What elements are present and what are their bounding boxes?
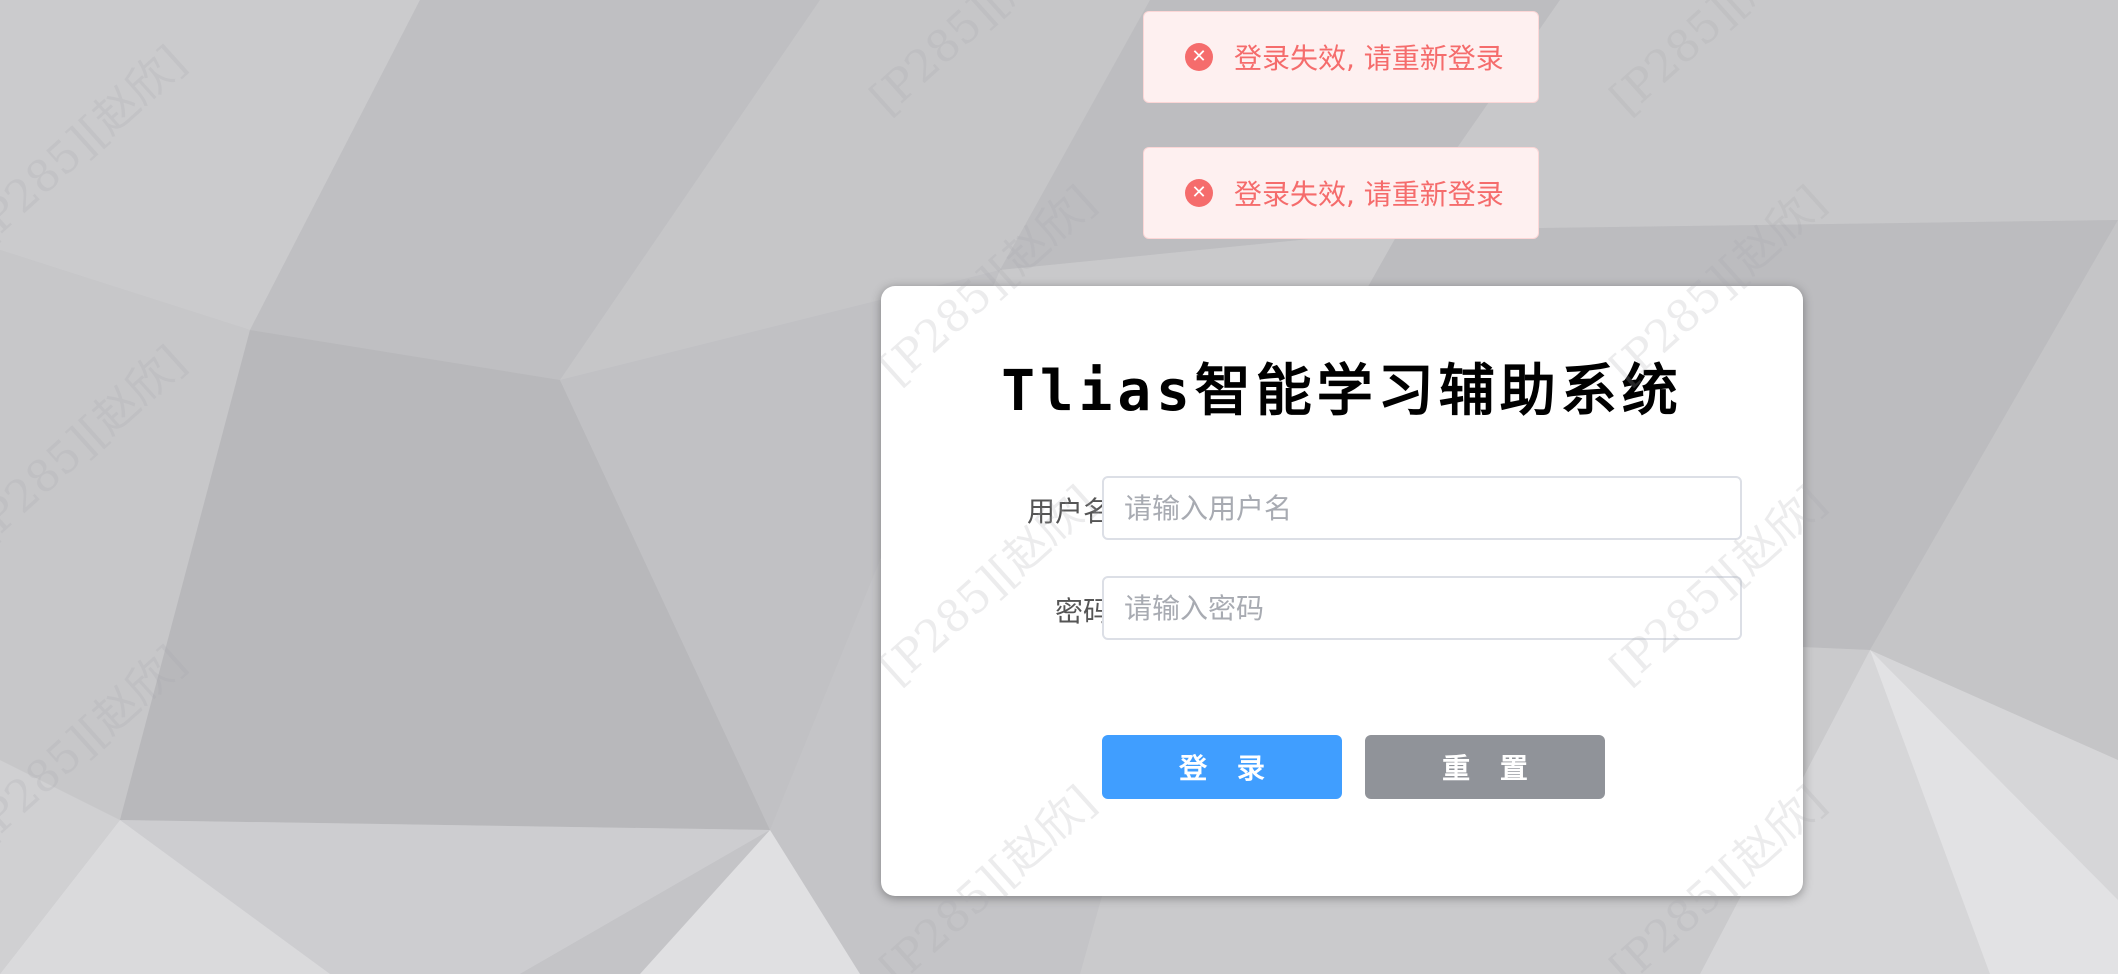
- login-button[interactable]: 登 录: [1102, 735, 1342, 799]
- password-row: 密码: [881, 576, 1803, 640]
- error-toast: ✕ 登录失效, 请重新登录: [1143, 147, 1539, 239]
- error-toast: ✕ 登录失效, 请重新登录: [1143, 11, 1539, 103]
- error-circle-icon: ✕: [1185, 179, 1213, 207]
- username-input[interactable]: [1102, 476, 1742, 540]
- login-card: Tlias智能学习辅助系统 用户名 密码 登 录 重 置: [881, 286, 1803, 896]
- username-row: 用户名: [881, 476, 1803, 540]
- login-title: Tlias智能学习辅助系统: [1001, 359, 1683, 424]
- password-input[interactable]: [1102, 576, 1742, 640]
- toast-message: 登录失效, 请重新登录: [1234, 42, 1504, 75]
- reset-button[interactable]: 重 置: [1365, 735, 1605, 799]
- username-label: 用户名: [1026, 495, 1111, 528]
- error-circle-icon: ✕: [1185, 43, 1213, 71]
- toast-message: 登录失效, 请重新登录: [1234, 178, 1504, 211]
- login-page: ✕ 登录失效, 请重新登录 ✕ 登录失效, 请重新登录 Tlias智能学习辅助系…: [0, 0, 2118, 974]
